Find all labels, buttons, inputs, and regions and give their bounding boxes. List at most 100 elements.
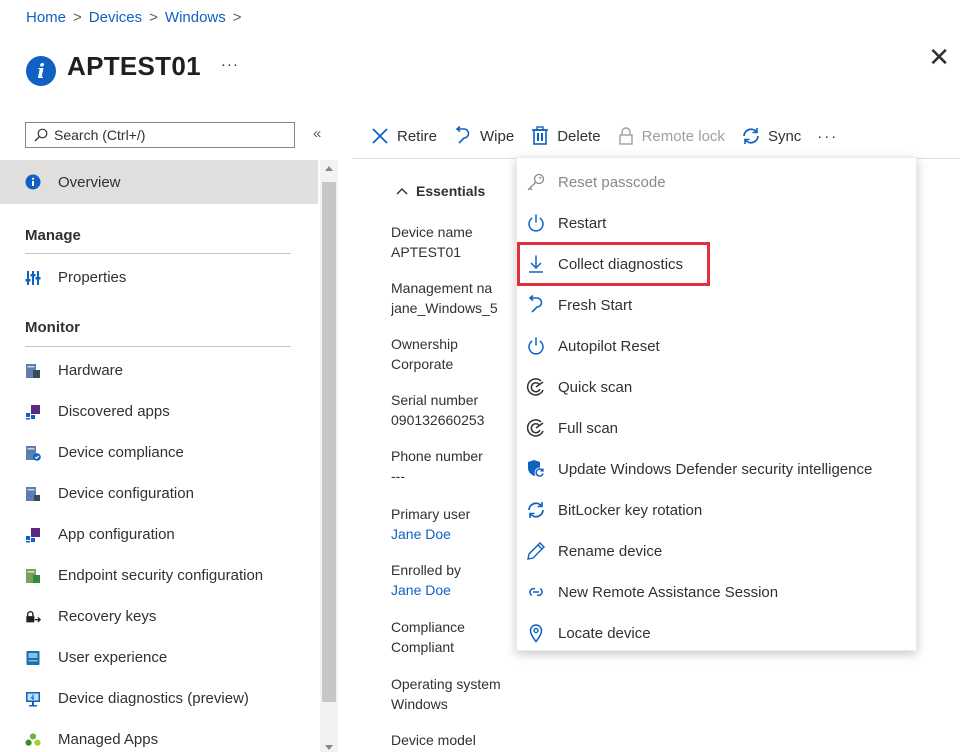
sidebar-item-label: App configuration xyxy=(58,526,175,543)
sidebar-item-label: Recovery keys xyxy=(58,608,157,625)
property-label: Management na xyxy=(391,280,493,296)
sidebar-item-managed-apps[interactable]: Managed Apps xyxy=(0,719,318,752)
sidebar-item-device-compliance[interactable]: Device compliance xyxy=(0,432,318,473)
hardware-icon xyxy=(25,363,41,379)
download-icon xyxy=(526,254,546,274)
menu-item-reset-passcode[interactable]: Reset passcode xyxy=(517,162,918,202)
sidebar-item-label: Device diagnostics (preview) xyxy=(58,690,249,707)
property-device-name: Device name APTEST01 xyxy=(391,222,516,262)
sidebar-scrollbar[interactable] xyxy=(320,160,338,752)
property-ownership: Ownership Corporate xyxy=(391,334,516,374)
menu-item-label: Full scan xyxy=(558,419,619,437)
menu-item-full-scan[interactable]: Full scan xyxy=(517,408,918,448)
essentials-header: Essentials xyxy=(416,183,486,199)
menu-item-label: Quick scan xyxy=(558,378,633,396)
menu-item-autopilot-reset[interactable]: Autopilot Reset xyxy=(517,326,918,366)
sidebar-item-overview[interactable]: Overview xyxy=(0,160,318,204)
scrollbar-thumb[interactable] xyxy=(322,182,336,702)
properties-icon xyxy=(25,270,41,286)
section-header-manage: Manage xyxy=(25,227,81,244)
property-serial-number: Serial number 090132660253 xyxy=(391,390,516,430)
breadcrumb-separator: > xyxy=(73,9,82,26)
sidebar-item-label: Discovered apps xyxy=(58,403,170,420)
sidebar-item-label: Properties xyxy=(58,269,127,286)
retire-label: Retire xyxy=(397,127,438,145)
menu-item-collect-diagnostics[interactable]: Collect diagnostics xyxy=(517,244,918,284)
sidebar-item-device-configuration[interactable]: Device configuration xyxy=(0,473,318,514)
pencil-icon xyxy=(526,541,546,561)
menu-item-rename-device[interactable]: Rename device xyxy=(517,531,918,571)
lock-icon xyxy=(617,126,635,146)
managed-apps-icon xyxy=(25,732,41,748)
more-actions-menu: Reset passcode Restart Collect diagnosti… xyxy=(516,157,917,651)
retire-button[interactable]: Retire xyxy=(370,126,437,146)
property-device-model: Device model xyxy=(391,730,516,750)
info-icon: i xyxy=(26,56,56,86)
close-button[interactable]: ✕ xyxy=(928,42,950,73)
sidebar-item-hardware[interactable]: Hardware xyxy=(0,350,318,391)
device-compliance-icon xyxy=(25,445,41,461)
enrolled-by-link[interactable]: Jane Doe xyxy=(391,580,516,600)
sync-label: Sync xyxy=(767,127,802,145)
breadcrumb-windows[interactable]: Windows xyxy=(165,9,226,26)
menu-item-label: Rename device xyxy=(558,542,663,560)
menu-item-fresh-start[interactable]: Fresh Start xyxy=(517,285,918,325)
remote-lock-button[interactable]: Remote lock xyxy=(617,126,725,146)
device-configuration-icon xyxy=(25,486,41,502)
menu-item-label: Collect diagnostics xyxy=(558,255,684,273)
property-label: Device model xyxy=(391,732,476,748)
wipe-button[interactable]: Wipe xyxy=(453,126,514,146)
sync-button[interactable]: Sync xyxy=(741,126,801,146)
property-label: Ownership xyxy=(391,336,458,352)
more-options-button[interactable]: ··· xyxy=(221,56,239,73)
property-value: 090132660253 xyxy=(391,412,485,428)
sync-icon xyxy=(741,126,761,146)
wipe-icon xyxy=(453,126,473,146)
property-value: Corporate xyxy=(391,356,454,372)
sidebar-item-label: Device configuration xyxy=(58,485,194,502)
command-bar: Retire Wipe Delete Remote lock Sync ··· xyxy=(370,121,838,151)
section-header-monitor: Monitor xyxy=(25,319,80,336)
search-input[interactable]: Search (Ctrl+/) xyxy=(25,122,295,148)
property-label: Compliance xyxy=(391,619,465,635)
scroll-up-arrow[interactable] xyxy=(325,166,333,171)
menu-item-locate-device[interactable]: Locate device xyxy=(517,613,918,653)
breadcrumb-separator: > xyxy=(232,9,242,26)
more-actions-button[interactable]: ··· xyxy=(817,128,838,145)
user-experience-icon xyxy=(25,650,41,666)
wipe-label: Wipe xyxy=(480,127,515,145)
sidebar-item-device-diagnostics[interactable]: Device diagnostics (preview) xyxy=(0,678,318,719)
info-icon xyxy=(25,174,41,190)
app-configuration-icon xyxy=(25,527,41,543)
location-pin-icon xyxy=(526,623,546,643)
diagnostics-icon xyxy=(25,691,41,707)
collapse-sidebar-button[interactable]: « xyxy=(313,125,321,142)
breadcrumb-home[interactable]: Home xyxy=(26,9,66,26)
sidebar-item-endpoint-security-configuration[interactable]: Endpoint security configuration xyxy=(0,555,318,596)
menu-item-remote-assistance[interactable]: New Remote Assistance Session xyxy=(517,572,918,612)
menu-item-update-defender[interactable]: Update Windows Defender security intelli… xyxy=(517,449,918,489)
primary-user-link[interactable]: Jane Doe xyxy=(391,524,516,544)
menu-item-quick-scan[interactable]: Quick scan xyxy=(517,367,918,407)
menu-item-label: Update Windows Defender security intelli… xyxy=(558,460,873,478)
sidebar-item-user-experience[interactable]: User experience xyxy=(0,637,318,678)
link-icon xyxy=(526,582,546,602)
sidebar-item-label: Hardware xyxy=(58,362,124,379)
sidebar-item-discovered-apps[interactable]: Discovered apps xyxy=(0,391,318,432)
delete-button[interactable]: Delete xyxy=(530,126,601,146)
scroll-down-arrow[interactable] xyxy=(325,745,333,750)
menu-item-label: BitLocker key rotation xyxy=(558,501,703,519)
essentials-toggle[interactable]: Essentials xyxy=(396,183,485,199)
menu-item-bitlocker-key-rotation[interactable]: BitLocker key rotation xyxy=(517,490,918,530)
sidebar-item-recovery-keys[interactable]: Recovery keys xyxy=(0,596,318,637)
scan-icon xyxy=(526,377,546,397)
page-header: i APTEST01 ··· xyxy=(26,46,239,86)
property-value: APTEST01 xyxy=(391,244,462,260)
sidebar-item-properties[interactable]: Properties xyxy=(0,257,318,298)
menu-item-restart[interactable]: Restart xyxy=(517,203,918,243)
property-enrolled-by: Enrolled by Jane Doe xyxy=(391,560,516,600)
property-value: Windows xyxy=(391,696,448,712)
sidebar-item-app-configuration[interactable]: App configuration xyxy=(0,514,318,555)
remote-lock-label: Remote lock xyxy=(641,127,725,145)
breadcrumb-devices[interactable]: Devices xyxy=(89,9,142,26)
